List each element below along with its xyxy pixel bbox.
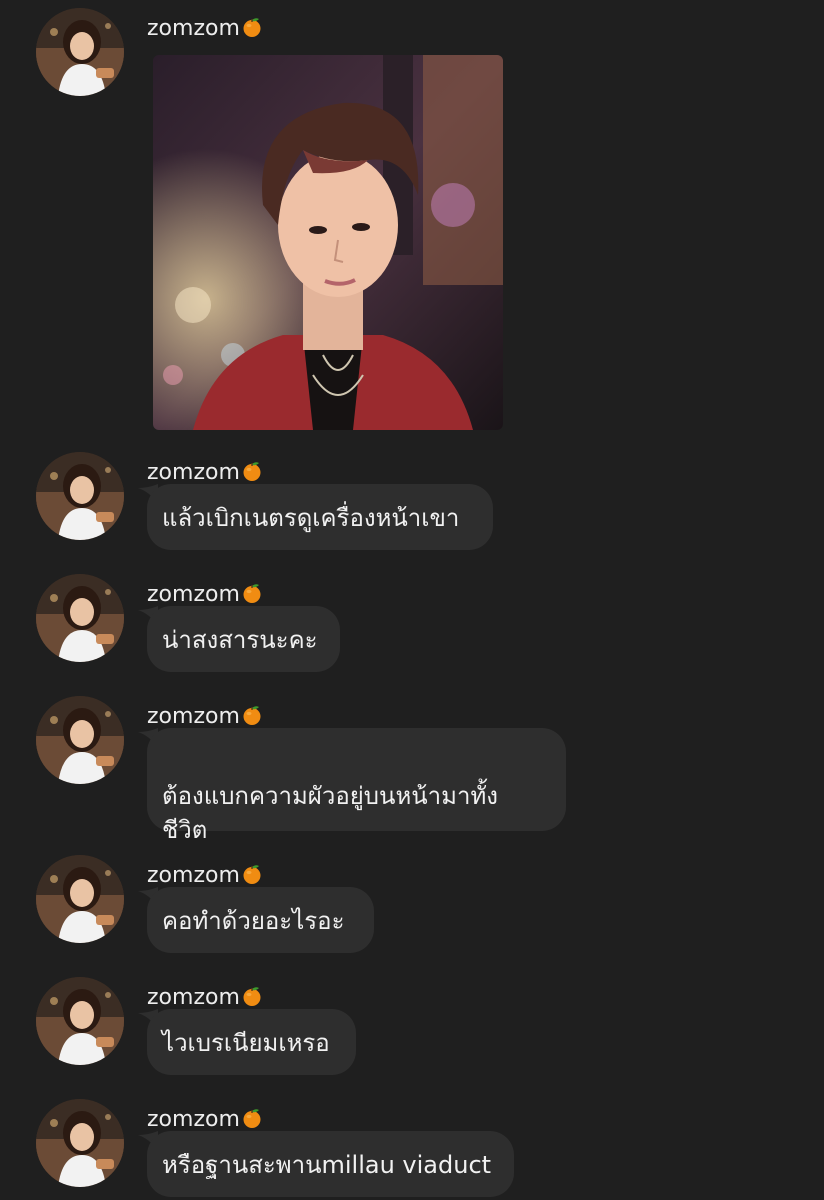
- avatar[interactable]: [36, 1099, 124, 1187]
- message-text: แล้วเบิกเนตรดูเครื่องหน้าเขา: [162, 504, 460, 532]
- avatar[interactable]: [36, 8, 124, 96]
- tangerine-icon: [241, 704, 263, 726]
- avatar[interactable]: [36, 855, 124, 943]
- avatar-image: [36, 8, 124, 96]
- message-bubble[interactable]: หรือฐานสะพานmillau viaduct: [147, 1131, 514, 1197]
- avatar[interactable]: [36, 696, 124, 784]
- tangerine-icon: [241, 863, 263, 885]
- message-text: ไวเบรเนียมเหรอ: [162, 1029, 330, 1057]
- shared-photo-image: [153, 55, 503, 430]
- avatar-image: [36, 855, 124, 943]
- tangerine-icon: [241, 985, 263, 1007]
- sender-name: zomzom: [147, 582, 263, 608]
- avatar-image: [36, 977, 124, 1065]
- sender-name: zomzom: [147, 985, 263, 1011]
- message-text: คอทำด้วยอะไรอะ: [162, 907, 345, 935]
- avatar[interactable]: [36, 574, 124, 662]
- avatar[interactable]: [36, 977, 124, 1065]
- avatar-image: [36, 696, 124, 784]
- avatar-image: [36, 1099, 124, 1187]
- message-text: ต้องแบกความผัวอยู่บนหน้ามาทั้ง ชีวิต: [162, 782, 498, 844]
- message-bubble[interactable]: ต้องแบกความผัวอยู่บนหน้ามาทั้ง ชีวิต: [147, 728, 566, 844]
- avatar-image: [36, 574, 124, 662]
- message-bubble[interactable]: แล้วเบิกเนตรดูเครื่องหน้าเขา: [147, 484, 493, 550]
- avatar[interactable]: [36, 452, 124, 540]
- sender-name: zomzom: [147, 460, 263, 486]
- tangerine-icon: [241, 1107, 263, 1129]
- tangerine-icon: [241, 16, 263, 38]
- message-bubble[interactable]: น่าสงสารนะคะ: [147, 606, 340, 672]
- shared-photo[interactable]: [153, 55, 503, 430]
- message-text: หรือฐานสะพานmillau viaduct: [162, 1151, 492, 1179]
- sender-name: zomzom: [147, 704, 263, 730]
- avatar-image: [36, 452, 124, 540]
- message-bubble[interactable]: ไวเบรเนียมเหรอ: [147, 1009, 356, 1075]
- sender-name: zomzom: [147, 16, 263, 42]
- sender-name: zomzom: [147, 863, 263, 889]
- message-text: น่าสงสารนะคะ: [162, 626, 318, 654]
- tangerine-icon: [241, 582, 263, 604]
- message-bubble[interactable]: คอทำด้วยอะไรอะ: [147, 887, 374, 953]
- sender-name: zomzom: [147, 1107, 263, 1133]
- tangerine-icon: [241, 460, 263, 482]
- chat-thread: zomzom zomzom แล้วเบิกเนตรดูเครื่องหน้าเ…: [0, 0, 824, 1200]
